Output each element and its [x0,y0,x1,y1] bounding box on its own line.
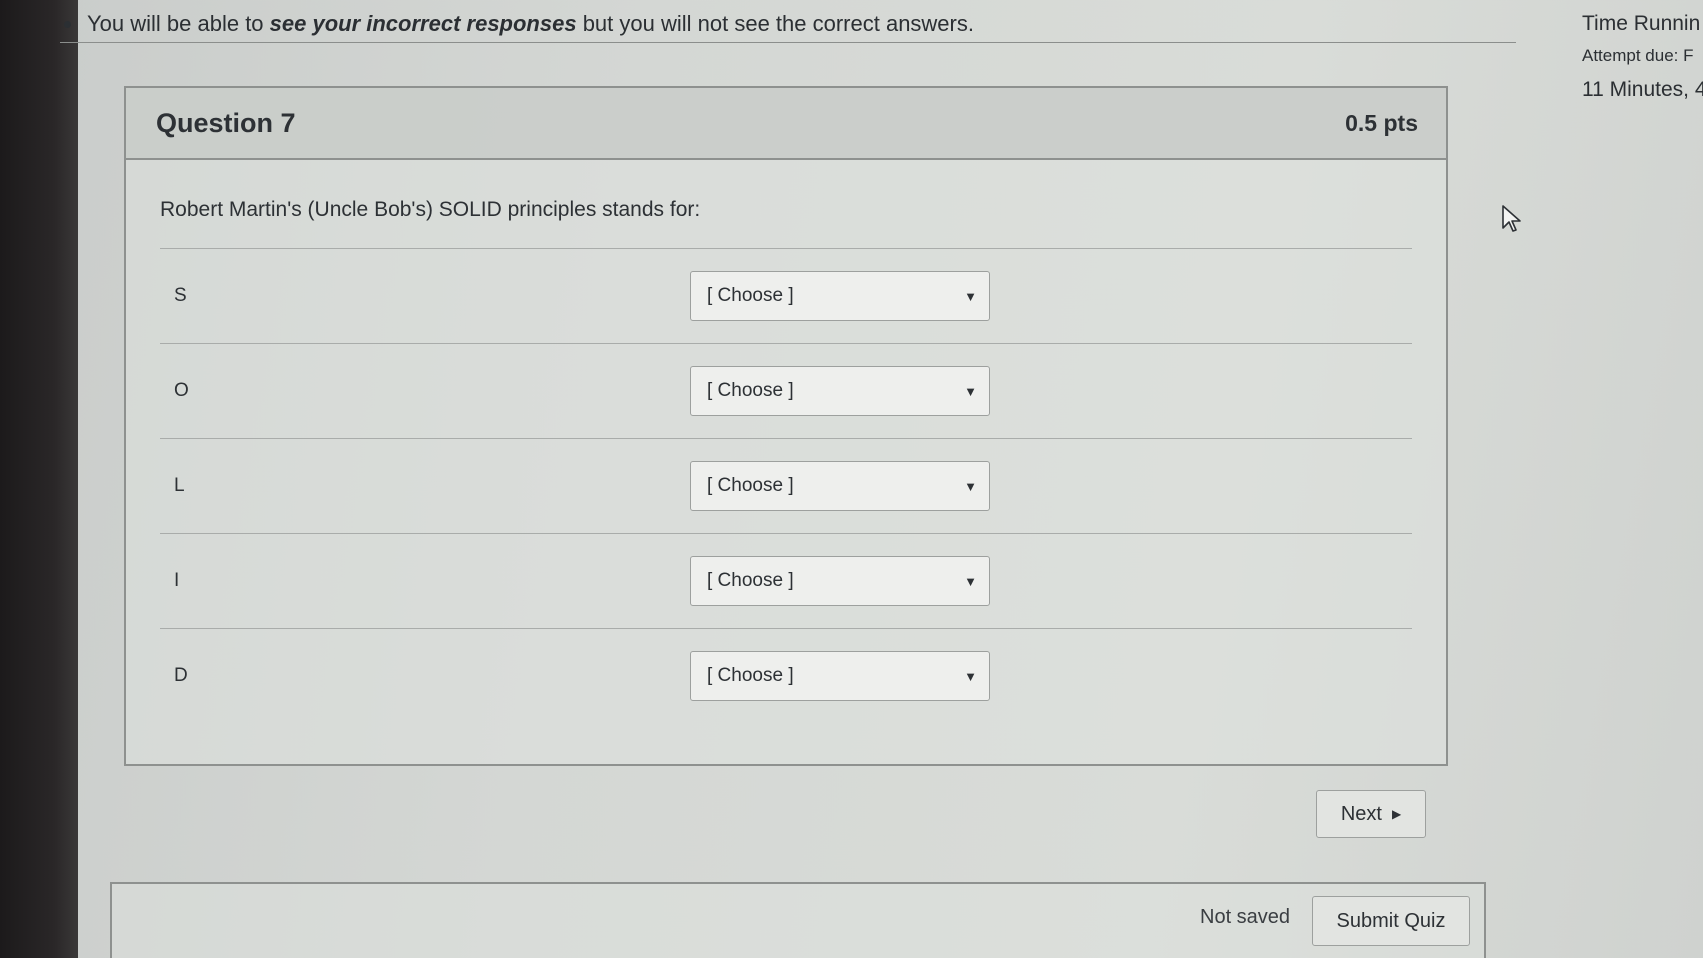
next-label: Next [1340,802,1382,825]
caret-down-icon: ▼ [964,478,977,494]
question-points: 0.5 pts [1345,109,1418,136]
caret-down-icon: ▼ [964,573,977,589]
next-button[interactable]: Next ▶ [1316,790,1426,838]
time-remaining: 11 Minutes, 4 [1582,78,1703,101]
caret-down-icon: ▼ [964,288,977,304]
choose-dropdown-o[interactable]: [ Choose ] ▼ [690,366,990,416]
match-row-l: L [ Choose ] ▼ [160,439,1412,534]
match-label: D [174,665,188,686]
dropdown-value: [ Choose ] [707,665,794,686]
match-row-s: S [ Choose ] ▼ [160,249,1412,344]
notice-text: You will be able to see your incorrect r… [87,11,974,37]
choose-dropdown-i[interactable]: [ Choose ] ▼ [690,556,990,606]
match-label: L [174,475,185,496]
choose-dropdown-s[interactable]: [ Choose ] ▼ [690,271,990,321]
question-card: Question 7 0.5 pts Robert Martin's (Uncl… [124,86,1448,766]
quiz-notice: You will be able to see your incorrect r… [60,6,1516,43]
time-running-label: Time Runnin [1582,12,1701,35]
quiz-timer-panel: Time Runnin Attempt due: F 11 Minutes, 4 [1582,8,1703,102]
save-status: Not saved [1200,906,1291,928]
match-label: I [174,570,180,591]
match-row-d: D [ Choose ] ▼ [160,629,1412,723]
submit-quiz-button[interactable]: Submit Quiz [1312,896,1470,946]
dropdown-value: [ Choose ] [707,380,794,401]
notice-suffix: but you will not see the correct answers… [576,11,974,36]
bullet-icon [64,20,71,28]
match-label: S [174,285,187,306]
dropdown-value: [ Choose ] [707,570,794,591]
notice-prefix: You will be able to [87,11,270,36]
caret-down-icon: ▼ [964,383,977,399]
screen-bezel [0,0,78,958]
caret-down-icon: ▼ [964,668,977,684]
question-title: Question 7 [156,107,296,138]
choose-dropdown-d[interactable]: [ Choose ] ▼ [690,651,990,701]
choose-dropdown-l[interactable]: [ Choose ] ▼ [690,461,990,511]
notice-emphasis: see your incorrect responses [269,11,577,36]
match-label: O [174,380,189,401]
question-body: Robert Martin's (Uncle Bob's) SOLID prin… [126,160,1446,723]
mouse-cursor-icon [1502,205,1521,232]
match-row-o: O [ Choose ] ▼ [160,344,1412,439]
match-row-i: I [ Choose ] ▼ [160,534,1412,629]
attempt-due-label: Attempt due: F [1582,46,1694,65]
dropdown-value: [ Choose ] [707,475,794,496]
question-text: Robert Martin's (Uncle Bob's) SOLID prin… [160,160,1412,249]
dropdown-value: [ Choose ] [707,285,794,306]
caret-right-icon: ▶ [1391,807,1402,821]
question-header: Question 7 0.5 pts [126,88,1446,160]
